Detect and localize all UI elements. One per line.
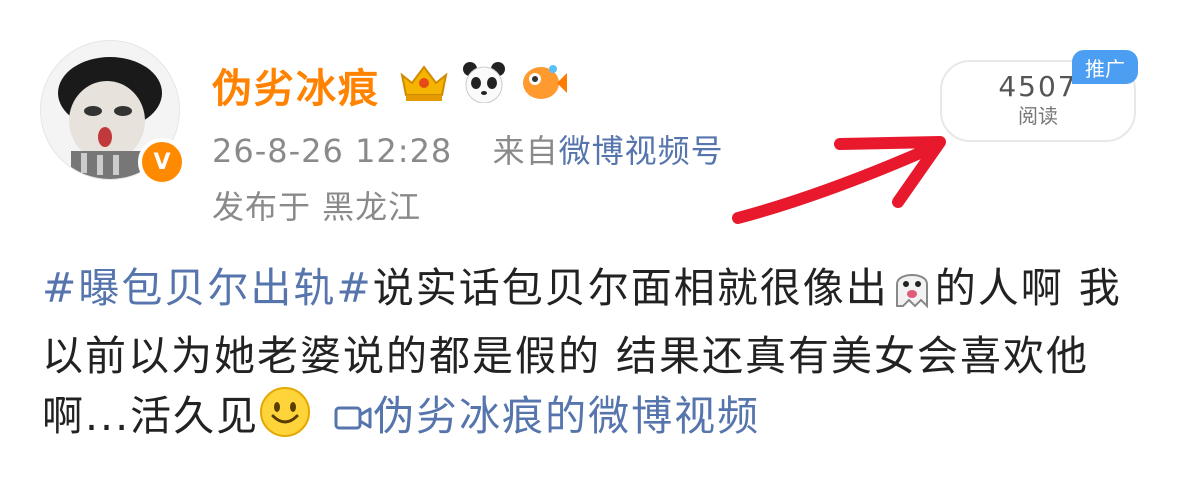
- read-label: 阅读: [1018, 104, 1058, 128]
- username[interactable]: 伪劣冰痕: [212, 56, 380, 114]
- fish-icon[interactable]: [518, 60, 570, 104]
- annotation-arrow: [732, 136, 946, 224]
- post-timestamp: 26-8-26 12:28: [212, 132, 453, 170]
- post-source-link[interactable]: 微博视频号: [559, 132, 724, 170]
- promote-button[interactable]: 推广: [1072, 50, 1138, 84]
- post-content: #曝包贝尔出轨#说实话包贝尔面相就很像出 的人啊 我以前以为她老婆说的都是假的 …: [42, 258, 1142, 454]
- smile-emoji-icon: [259, 386, 311, 454]
- panda-icon[interactable]: [458, 60, 510, 104]
- ghost-emoji-icon: [889, 264, 935, 326]
- source-prefix: 来自: [492, 132, 559, 170]
- crown-icon[interactable]: [398, 60, 450, 104]
- user-badges: [398, 60, 570, 104]
- video-camera-icon: [333, 390, 373, 450]
- video-link[interactable]: 伪劣冰痕的微博视频: [373, 392, 760, 440]
- avatar[interactable]: V: [40, 40, 188, 188]
- hashtag-link[interactable]: #曝包贝尔出轨#: [42, 264, 373, 312]
- post-meta: 26-8-26 12:28 来自微博视频号: [212, 126, 724, 172]
- verified-badge: V: [138, 138, 186, 186]
- read-count: 4507: [998, 70, 1078, 103]
- post-text-part1: 说实话包贝尔面相就很像出: [372, 264, 889, 312]
- post-location: 发布于 黑龙江: [212, 188, 422, 226]
